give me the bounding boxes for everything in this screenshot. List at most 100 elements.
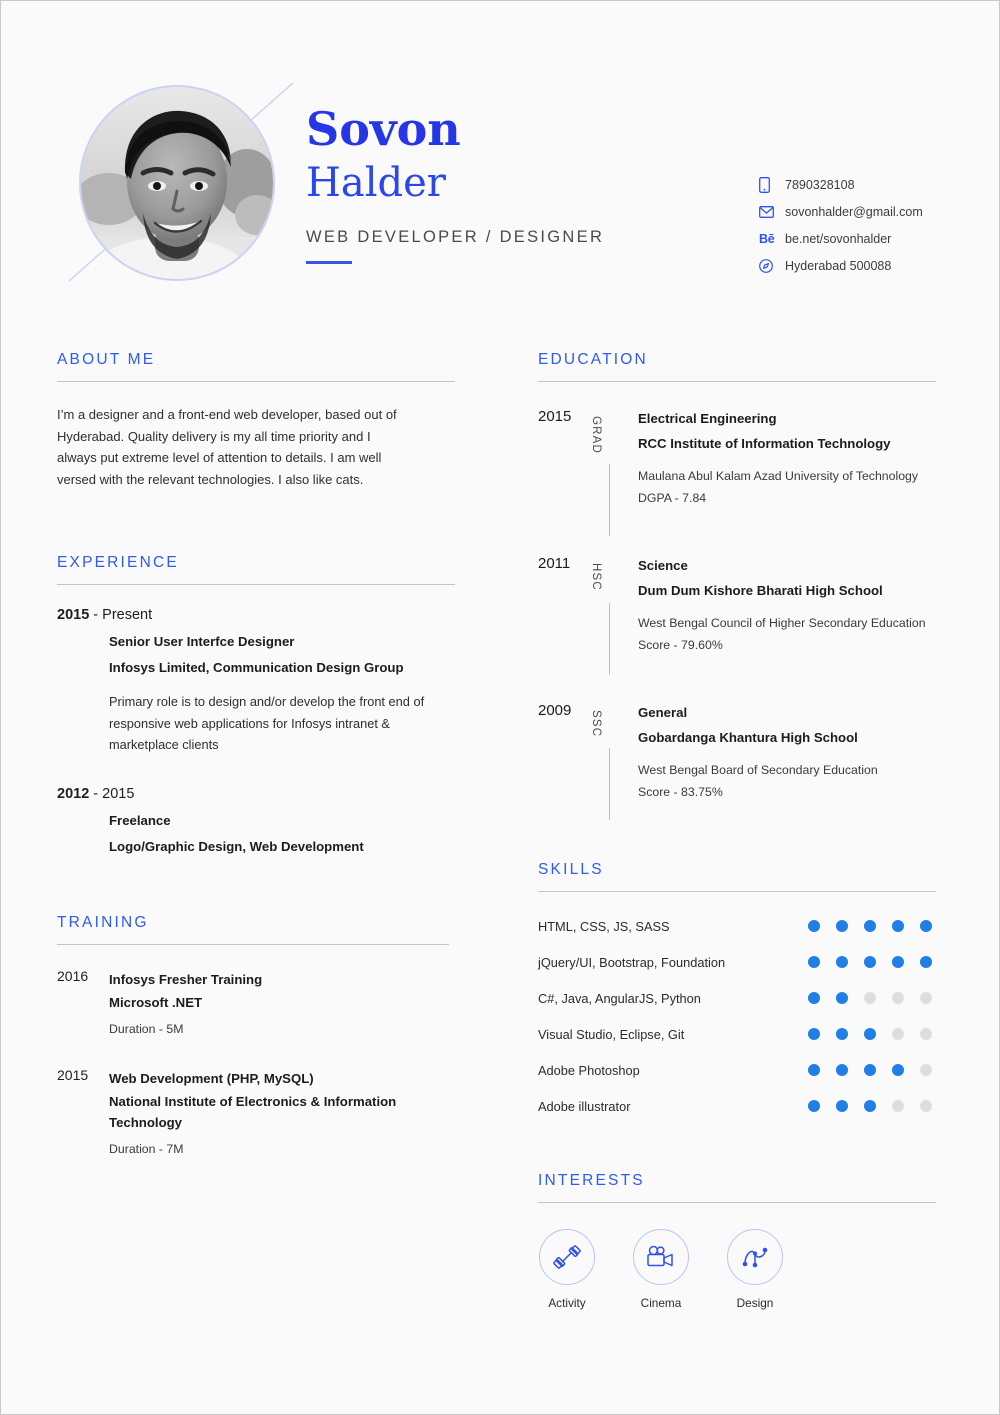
education-title: EDUCATION: [538, 351, 648, 368]
education-year: 2015: [538, 408, 572, 425]
skills-title: SKILLS: [538, 861, 604, 878]
rating-dot-empty: [920, 1064, 932, 1076]
resume-page: Sovon Halder WEB DEVELOPER / DESIGNER 78…: [0, 0, 1000, 1415]
experience-date: 2015 - Present: [57, 607, 455, 623]
education-divider: [538, 381, 936, 382]
contact-email-text: sovonhalder@gmail.com: [785, 205, 923, 219]
training-item: 2016 Infosys Fresher Training Microsoft …: [57, 967, 455, 1036]
education-school: RCC Institute of Information Technology: [638, 436, 891, 451]
section-about: ABOUT ME I’m a designer and a front-end …: [57, 351, 455, 490]
education-item: 2009 SSC General Gobardanga Khantura Hig…: [538, 700, 936, 820]
training-year: 2016: [57, 967, 89, 984]
education-tag: HSC: [590, 563, 602, 591]
section-skills: SKILLS HTML, CSS, JS, SASS jQuery/UI, Boo…: [538, 861, 936, 1124]
education-major: Electrical Engineering: [638, 411, 777, 426]
rating-dot-filled: [836, 956, 848, 968]
education-tag: SSC: [590, 710, 602, 738]
rating-dot-filled: [808, 1100, 820, 1112]
education-item: 2011 HSC Science Dum Dum Kishore Bharati…: [538, 553, 936, 675]
education-body: General Gobardanga Khantura High School …: [638, 700, 936, 803]
first-name: Sovon: [306, 102, 461, 156]
rating-dot-filled: [892, 956, 904, 968]
rating-dot-filled: [808, 1064, 820, 1076]
skill-name: jQuery/UI, Bootstrap, Foundation: [538, 954, 726, 970]
rating-dot-filled: [836, 1064, 848, 1076]
contact-location-text: Hyderabad 500088: [785, 259, 892, 273]
education-body: Electrical Engineering RCC Institute of …: [638, 406, 936, 509]
rating-dot-filled: [892, 1064, 904, 1076]
interests-list: Activity Cinema Design: [538, 1229, 936, 1310]
education-school: Gobardanga Khantura High School: [638, 730, 858, 745]
rating-dot-filled: [808, 1028, 820, 1040]
experience-description: Primary role is to design and/or develop…: [109, 694, 425, 752]
title-underline-bar: [306, 261, 352, 264]
experience-role: Senior User Interfce Designer: [109, 634, 295, 649]
skill-name: HTML, CSS, JS, SASS: [538, 918, 670, 934]
experience-company: Infosys Limited, Communication Design Gr…: [109, 660, 404, 675]
rating-dot-filled: [892, 920, 904, 932]
skill-rating-dots: [808, 1028, 936, 1040]
skill-rating-dots: [808, 992, 936, 1004]
rating-dot-filled: [836, 920, 848, 932]
education-board: West Bengal Board of Secondary Education: [638, 763, 878, 777]
interest-label: Design: [736, 1296, 774, 1310]
interest-item-cinema[interactable]: Cinema: [632, 1229, 690, 1310]
contact-phone[interactable]: 7890328108: [759, 173, 979, 197]
experience-date-year: 2012: [57, 785, 90, 802]
rating-dot-filled: [808, 920, 820, 932]
rating-dot-filled: [864, 1100, 876, 1112]
contact-email[interactable]: sovonhalder@gmail.com: [759, 200, 979, 224]
job-title: WEB DEVELOPER / DESIGNER: [306, 228, 605, 246]
interest-item-activity[interactable]: Activity: [538, 1229, 596, 1310]
about-title: ABOUT ME: [57, 351, 156, 368]
training-name: Web Development (PHP, MySQL): [109, 1070, 314, 1086]
interest-label: Activity: [548, 1296, 586, 1310]
experience-item: 2012 - 2015 Freelance Logo/Graphic Desig…: [57, 786, 455, 854]
experience-date-rest: - Present: [89, 607, 153, 623]
skills-divider: [538, 891, 936, 892]
education-board: West Bengal Council of Higher Secondary …: [638, 616, 926, 630]
training-body: Web Development (PHP, MySQL) National In…: [109, 1066, 455, 1156]
education-score: Score - 83.75%: [638, 785, 723, 799]
training-title: TRAINING: [57, 913, 149, 931]
portrait-photo: [81, 87, 273, 279]
rating-dot-empty: [892, 992, 904, 1004]
training-item: 2015 Web Development (PHP, MySQL) Nation…: [57, 1066, 455, 1156]
skill-row: C#, Java, AngularJS, Python: [538, 980, 936, 1016]
education-major: Science: [638, 558, 688, 573]
interest-label: Cinema: [640, 1296, 682, 1310]
skill-row: Visual Studio, Eclipse, Git: [538, 1016, 936, 1052]
contact-location[interactable]: Hyderabad 500088: [759, 254, 979, 278]
training-org: National Institute of Electronics & Info…: [109, 1093, 397, 1130]
experience-date-year: 2015: [57, 607, 90, 623]
education-major: General: [638, 705, 688, 720]
training-org: Microsoft .NET: [109, 994, 203, 1010]
education-timeline-line: [609, 464, 610, 536]
education-year: 2011: [538, 555, 571, 572]
education-score: Score - 79.60%: [638, 638, 723, 652]
training-year: 2015: [57, 1066, 89, 1083]
rating-dot-empty: [920, 992, 932, 1004]
rating-dot-empty: [920, 1028, 932, 1040]
contact-behance-text: be.net/sovonhalder: [785, 232, 892, 246]
email-icon: [759, 206, 781, 218]
about-divider: [57, 381, 455, 382]
skills-list: HTML, CSS, JS, SASS jQuery/UI, Bootstrap,…: [538, 908, 936, 1124]
interest-item-design[interactable]: Design: [726, 1229, 784, 1310]
education-timeline-line: [609, 748, 610, 820]
rating-dot-filled: [864, 956, 876, 968]
rating-dot-filled: [808, 992, 820, 1004]
experience-company: Logo/Graphic Design, Web Development: [109, 838, 364, 854]
section-experience: EXPERIENCE 2015 - Present Senior User In…: [57, 554, 455, 854]
education-timeline-line: [609, 603, 610, 675]
contact-behance[interactable]: Bē be.net/sovonhalder: [759, 227, 979, 251]
education-school: Dum Dum Kishore Bharati High School: [638, 583, 883, 598]
education-tag-col: SSC: [590, 700, 638, 820]
name-block: Sovon Halder WEB DEVELOPER / DESIGNER: [306, 106, 604, 264]
avatar: [79, 85, 275, 281]
experience-body: Freelance Logo/Graphic Design, Web Devel…: [109, 813, 455, 854]
training-name: Infosys Fresher Training: [109, 971, 263, 987]
rating-dot-filled: [864, 1028, 876, 1040]
education-score: DGPA - 7.84: [638, 491, 707, 505]
skill-rating-dots: [808, 1100, 936, 1112]
